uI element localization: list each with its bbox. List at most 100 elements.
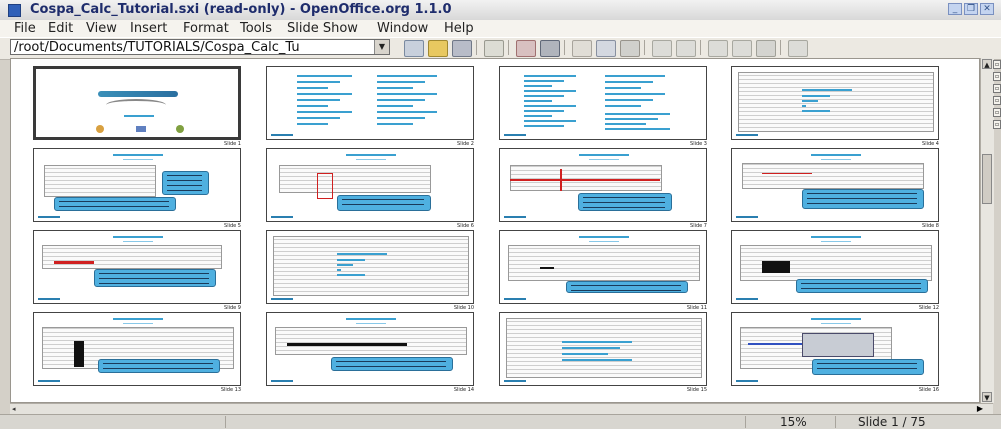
view-tab-icon[interactable]: ▫: [993, 60, 1001, 69]
menu-format[interactable]: Format: [183, 21, 229, 36]
scroll-thumb[interactable]: [982, 154, 992, 204]
callout-text-line: [571, 290, 681, 291]
view-tab-icon[interactable]: ▫: [993, 96, 1001, 105]
callout-text-line: [167, 175, 202, 176]
text-line: [377, 87, 413, 89]
minimize-icon[interactable]: _: [948, 3, 962, 15]
scroll-up-icon[interactable]: ▲: [982, 59, 992, 69]
save-icon[interactable]: [452, 40, 472, 57]
slide-thumbnail[interactable]: [499, 312, 707, 386]
paste-icon[interactable]: [620, 40, 640, 57]
slide-thumbnail[interactable]: [731, 66, 939, 140]
status-divider: [835, 416, 836, 428]
grid-lines: [509, 246, 699, 280]
menu-window[interactable]: Window: [377, 21, 428, 36]
email-icon[interactable]: [484, 40, 504, 57]
slide-thumbnail[interactable]: [266, 312, 474, 386]
print-icon[interactable]: [540, 40, 560, 57]
copy-icon[interactable]: [596, 40, 616, 57]
slide-subheading-line: [821, 159, 851, 160]
stylist-icon[interactable]: [732, 40, 752, 57]
gallery-icon[interactable]: [756, 40, 776, 57]
slide-thumbnail[interactable]: [499, 66, 707, 140]
export-pdf-icon[interactable]: [516, 40, 536, 57]
text-line: [377, 105, 413, 107]
slide-thumbnail[interactable]: [499, 230, 707, 304]
slide-thumbnail[interactable]: [33, 312, 241, 386]
slide-thumbnail[interactable]: [266, 230, 474, 304]
slide-indicator: Slide 1 / 75: [858, 415, 926, 429]
callout-text-line: [583, 202, 665, 203]
redo-icon[interactable]: [676, 40, 696, 57]
footer-mark: [736, 298, 758, 300]
cut-icon[interactable]: [572, 40, 592, 57]
toolbar-separator: [564, 40, 565, 55]
slide-thumbnail[interactable]: [33, 66, 241, 140]
footer-mark: [38, 298, 60, 300]
navigator-icon[interactable]: [708, 40, 728, 57]
edit-file-icon[interactable]: [404, 40, 424, 57]
scroll-right-icon[interactable]: ▶: [977, 404, 983, 413]
close-icon[interactable]: ✕: [980, 3, 994, 15]
vertical-scrollbar[interactable]: ▲ ▼: [980, 58, 994, 403]
slide-heading-line: [113, 236, 163, 238]
screenshot-thumb: [44, 165, 156, 197]
zoom-icon[interactable]: [788, 40, 808, 57]
menu-file[interactable]: File: [14, 21, 36, 36]
slide-thumbnail[interactable]: [731, 230, 939, 304]
text-line: [337, 269, 341, 271]
slide-label: Slide 14: [453, 387, 474, 393]
restore-icon[interactable]: ❐: [964, 3, 978, 15]
slide-thumbnail[interactable]: [266, 66, 474, 140]
slide-label: Slide 8: [922, 223, 939, 229]
text-line: [524, 100, 552, 102]
text-line: [562, 359, 632, 361]
text-line: [524, 105, 576, 107]
footer-mark: [504, 134, 526, 136]
chevron-down-icon[interactable]: ▼: [374, 40, 389, 54]
red-arrow: [54, 261, 94, 264]
text-line: [605, 75, 665, 77]
undo-icon[interactable]: [652, 40, 672, 57]
view-tab-icon[interactable]: ▫: [993, 84, 1001, 93]
title-bar: Cospa_Calc_Tutorial.sxi (read-only) - Op…: [0, 0, 1001, 21]
text-line: [297, 87, 328, 89]
slide-thumbnail[interactable]: [33, 148, 241, 222]
logo-arc: [106, 99, 166, 111]
view-tab-icon[interactable]: ▫: [993, 120, 1001, 129]
dialog-box: [802, 333, 874, 357]
text-line: [297, 81, 340, 83]
callout-box: [796, 279, 928, 293]
text-line: [377, 99, 425, 101]
menu-tools[interactable]: Tools: [240, 21, 272, 36]
slide-label: Slide 13: [220, 387, 241, 393]
footer-mark: [736, 380, 758, 382]
text-line: [605, 118, 658, 120]
text-line: [297, 93, 352, 95]
scroll-left-icon[interactable]: ◂: [12, 405, 16, 413]
open-icon[interactable]: [428, 40, 448, 57]
text-line: [524, 90, 576, 92]
slide-subheading-line: [123, 241, 153, 242]
slide-thumbnail[interactable]: [499, 148, 707, 222]
scroll-down-icon[interactable]: ▼: [982, 392, 992, 402]
menu-edit[interactable]: Edit: [48, 21, 73, 36]
slide-thumbnail[interactable]: [33, 230, 241, 304]
grid-lines: [276, 328, 466, 354]
slide-subheading-line: [821, 323, 851, 324]
selection-line: [540, 267, 554, 269]
view-tab-icon[interactable]: ▫: [993, 108, 1001, 117]
menu-view[interactable]: View: [86, 21, 117, 36]
slide-thumbnail[interactable]: [731, 312, 939, 386]
menu-slide-show[interactable]: Slide Show: [287, 21, 358, 36]
callout-text-line: [167, 190, 202, 191]
menu-insert[interactable]: Insert: [130, 21, 167, 36]
badge-left: [96, 125, 104, 133]
view-tab-icon[interactable]: ▫: [993, 72, 1001, 81]
callout-box: [54, 197, 176, 211]
slide-thumbnail[interactable]: [731, 148, 939, 222]
menu-help[interactable]: Help: [444, 21, 474, 36]
url-field[interactable]: /root/Documents/TUTORIALS/Cospa_Calc_Tu …: [10, 39, 390, 55]
slide-heading-line: [811, 236, 861, 238]
slide-thumbnail[interactable]: [266, 148, 474, 222]
